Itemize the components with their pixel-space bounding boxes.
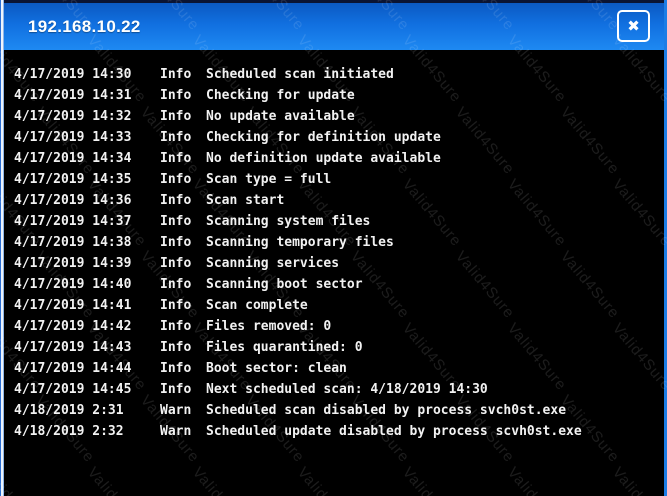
log-message: Scanning boot sector	[206, 277, 664, 292]
log-level: Info	[160, 382, 206, 397]
log-row: 4/17/2019 14:38InfoScanning temporary fi…	[14, 232, 664, 253]
log-row: 4/17/2019 14:30InfoScheduled scan initia…	[14, 64, 664, 85]
log-message: Files removed: 0	[206, 319, 664, 334]
log-row: 4/17/2019 14:43InfoFiles quarantined: 0	[14, 337, 664, 358]
log-row: 4/17/2019 14:39InfoScanning services	[14, 253, 664, 274]
log-level: Info	[160, 235, 206, 250]
log-message: Scheduled scan initiated	[206, 67, 664, 82]
log-timestamp: 4/18/2019 2:31	[14, 403, 160, 418]
titlebar: 192.168.10.22 ✖	[0, 3, 667, 50]
log-timestamp: 4/17/2019 14:43	[14, 340, 160, 355]
log-level: Info	[160, 193, 206, 208]
log-level: Info	[160, 340, 206, 355]
log-level: Info	[160, 67, 206, 82]
log-level: Info	[160, 277, 206, 292]
log-message: Next scheduled scan: 4/18/2019 14:30	[206, 382, 664, 397]
log-row: 4/17/2019 14:45InfoNext scheduled scan: …	[14, 379, 664, 400]
log-message: Checking for definition update	[206, 130, 664, 145]
log-level: Info	[160, 256, 206, 271]
log-row: 4/17/2019 14:34InfoNo definition update …	[14, 148, 664, 169]
log-message: Checking for update	[206, 88, 664, 103]
log-timestamp: 4/18/2019 2:32	[14, 424, 160, 439]
log-level: Info	[160, 130, 206, 145]
log-timestamp: 4/17/2019 14:36	[14, 193, 160, 208]
log-row: 4/18/2019 2:31WarnScheduled scan disable…	[14, 400, 664, 421]
log-level: Info	[160, 109, 206, 124]
log-row: 4/17/2019 14:41InfoScan complete	[14, 295, 664, 316]
log-level: Warn	[160, 403, 206, 418]
log-message: No update available	[206, 109, 664, 124]
log-timestamp: 4/17/2019 14:37	[14, 214, 160, 229]
window-top-edge	[0, 0, 667, 3]
log-level: Info	[160, 151, 206, 166]
log-message: Scan complete	[206, 298, 664, 313]
log-timestamp: 4/17/2019 14:35	[14, 172, 160, 187]
log-timestamp: 4/17/2019 14:38	[14, 235, 160, 250]
log-timestamp: 4/17/2019 14:44	[14, 361, 160, 376]
log-timestamp: 4/17/2019 14:33	[14, 130, 160, 145]
log-message: Files quarantined: 0	[206, 340, 664, 355]
log-list: 4/17/2019 14:30InfoScheduled scan initia…	[4, 50, 664, 496]
log-timestamp: 4/17/2019 14:41	[14, 298, 160, 313]
log-timestamp: 4/17/2019 14:42	[14, 319, 160, 334]
log-timestamp: 4/17/2019 14:40	[14, 277, 160, 292]
log-row: 4/17/2019 14:40InfoScanning boot sector	[14, 274, 664, 295]
log-message: Scan type = full	[206, 172, 664, 187]
log-timestamp: 4/17/2019 14:32	[14, 109, 160, 124]
log-level: Warn	[160, 424, 206, 439]
log-message: Scheduled update disabled by process scv…	[206, 424, 664, 439]
log-row: 4/17/2019 14:42InfoFiles removed: 0	[14, 316, 664, 337]
log-level: Info	[160, 361, 206, 376]
log-timestamp: 4/17/2019 14:31	[14, 88, 160, 103]
log-timestamp: 4/17/2019 14:30	[14, 67, 160, 82]
log-message: Scanning system files	[206, 214, 664, 229]
log-row: 4/17/2019 14:32InfoNo update available	[14, 106, 664, 127]
close-icon: ✖	[627, 19, 640, 34]
log-row: 4/17/2019 14:37InfoScanning system files	[14, 211, 664, 232]
log-message: No definition update available	[206, 151, 664, 166]
log-message: Scanning temporary files	[206, 235, 664, 250]
log-row: 4/17/2019 14:36InfoScan start	[14, 190, 664, 211]
log-level: Info	[160, 172, 206, 187]
log-row: 4/18/2019 2:32WarnScheduled update disab…	[14, 421, 664, 442]
log-message: Scan start	[206, 193, 664, 208]
log-viewer-window: 192.168.10.22 ✖ 4/17/2019 14:30InfoSched…	[0, 0, 667, 496]
window-left-border	[0, 0, 4, 496]
log-timestamp: 4/17/2019 14:45	[14, 382, 160, 397]
log-message: Scanning services	[206, 256, 664, 271]
log-level: Info	[160, 214, 206, 229]
log-level: Info	[160, 298, 206, 313]
log-message: Scheduled scan disabled by process svch0…	[206, 403, 664, 418]
window-title: 192.168.10.22	[0, 17, 141, 37]
log-row: 4/17/2019 14:44InfoBoot sector: clean	[14, 358, 664, 379]
log-row: 4/17/2019 14:33InfoChecking for definiti…	[14, 127, 664, 148]
log-timestamp: 4/17/2019 14:39	[14, 256, 160, 271]
log-timestamp: 4/17/2019 14:34	[14, 151, 160, 166]
log-level: Info	[160, 88, 206, 103]
log-row: 4/17/2019 14:35InfoScan type = full	[14, 169, 664, 190]
log-row: 4/17/2019 14:31InfoChecking for update	[14, 85, 664, 106]
close-button[interactable]: ✖	[617, 10, 650, 42]
log-level: Info	[160, 319, 206, 334]
log-message: Boot sector: clean	[206, 361, 664, 376]
